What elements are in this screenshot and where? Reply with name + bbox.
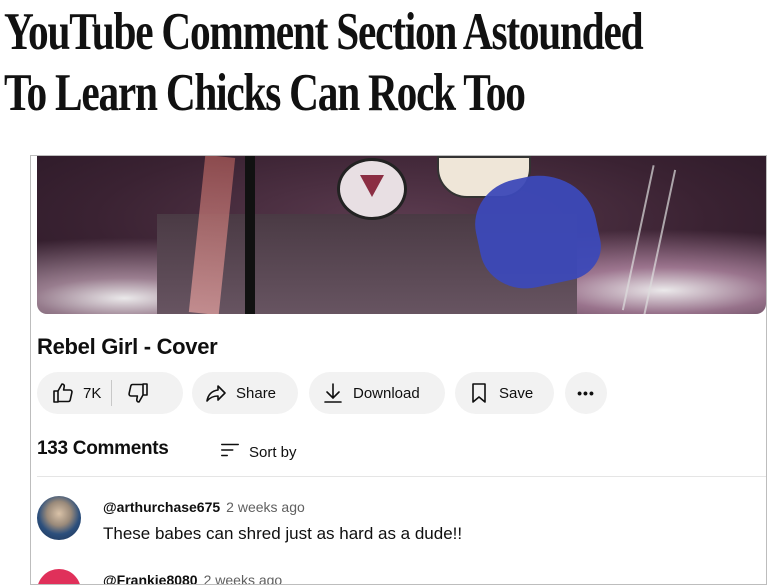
sort-label: Sort by xyxy=(249,443,297,461)
article-headline: YouTube Comment Section Astounded To Lea… xyxy=(4,2,644,124)
share-arrow-icon xyxy=(204,381,228,405)
more-button[interactable]: ••• xyxy=(565,372,607,414)
comment-author[interactable]: @arthurchase675 xyxy=(103,499,220,515)
like-divider xyxy=(111,380,113,406)
more-icon: ••• xyxy=(577,385,595,401)
download-button[interactable]: Download xyxy=(309,372,445,414)
headline-line-2: To Learn Chicks Can Rock Too xyxy=(4,64,526,122)
avatar[interactable] xyxy=(37,496,81,540)
comment-author[interactable]: @Frankie8080 xyxy=(103,572,198,584)
bass-drum xyxy=(337,158,407,220)
download-icon xyxy=(321,381,345,405)
avatar[interactable] xyxy=(37,569,81,584)
youtube-screenshot: Rebel Girl - Cover 7K Share Download Sav… xyxy=(30,155,767,585)
save-button[interactable]: Save xyxy=(455,372,554,414)
bookmark-icon xyxy=(467,381,491,405)
video-title: Rebel Girl - Cover xyxy=(37,334,218,359)
lighting-truss xyxy=(621,165,677,314)
thumbs-up-icon[interactable] xyxy=(51,381,75,405)
comment-author-line: @arthurchase675 2 weeks ago xyxy=(103,499,305,515)
comment-time[interactable]: 2 weeks ago xyxy=(226,499,305,515)
like-dislike-group: 7K xyxy=(37,372,183,414)
save-label: Save xyxy=(499,384,534,402)
comment-author-line: @Frankie8080 2 weeks ago xyxy=(103,572,283,584)
download-label: Download xyxy=(353,384,420,402)
mic-stand xyxy=(245,156,255,314)
comment-text: These babes can shred just as hard as a … xyxy=(103,524,463,543)
share-label: Share xyxy=(236,384,277,402)
sort-button[interactable]: Sort by xyxy=(219,439,297,465)
headline-line-1: YouTube Comment Section Astounded xyxy=(4,3,644,61)
share-button[interactable]: Share xyxy=(192,372,298,414)
thumbs-down-icon[interactable] xyxy=(126,381,150,405)
video-thumbnail[interactable] xyxy=(37,156,766,314)
like-count[interactable]: 7K xyxy=(83,385,101,402)
comments-divider xyxy=(37,476,766,477)
comments-count: 133 Comments xyxy=(37,438,169,459)
comment-time[interactable]: 2 weeks ago xyxy=(204,572,283,584)
sort-icon xyxy=(219,439,241,465)
